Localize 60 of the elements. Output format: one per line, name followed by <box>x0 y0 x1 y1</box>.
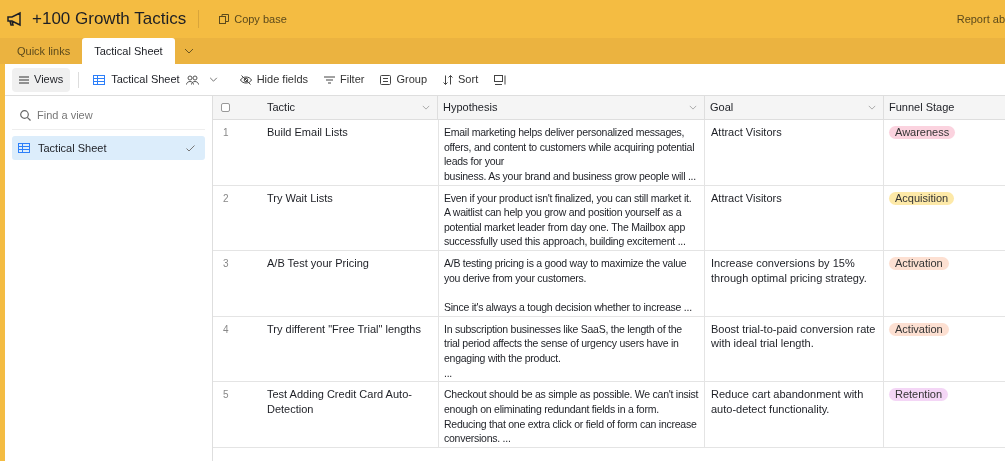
copy-base-button[interactable]: Copy base <box>219 10 287 28</box>
chevron-down-icon <box>689 105 697 110</box>
chevron-down-icon <box>868 105 876 110</box>
eye-slash-icon <box>239 74 252 85</box>
table-cell: Attract Visitors <box>705 185 884 251</box>
toolbar-button[interactable]: Group <box>374 67 434 92</box>
stage-tag: Activation <box>889 257 949 271</box>
stage-tag: Awareness <box>889 126 956 139</box>
table-cell-text: Try different "Free Trial" lengths <box>266 321 422 337</box>
row-number: 3 <box>222 257 230 272</box>
table-cell: Even if your product isn't finalized, you can still market it. A waitlist can help you grow and position yourself as a potential market leader from day one. The Mailbox app successfully used this approach, building excitement ... <box>438 185 705 251</box>
table-cell: A/B testing pricing is a good way to maximize the value you derive from your customers. Since it's always a tough decision whether to increase ... <box>438 251 705 316</box>
row-number: 2 <box>222 191 230 206</box>
table-cell-text: A/B Test your Pricing <box>266 256 370 272</box>
group-icon <box>380 74 392 85</box>
row-number: 5 <box>222 388 230 403</box>
stage-tag: Retention <box>889 388 949 402</box>
search-icon <box>20 110 31 121</box>
checkmark-icon <box>186 144 195 152</box>
tab[interactable]: Quick links <box>5 38 83 64</box>
table-cell: Attract Visitors <box>705 120 884 185</box>
table-cell: In subscription businesses like SaaS, the length of the trial period affects the sense of urgency users have in engaging with the product. ... <box>438 316 705 382</box>
table-cell-text: Try Wait Lists <box>266 190 334 206</box>
toolbar-button[interactable]: Sort <box>437 67 485 92</box>
table-cell-text: Test Adding Credit Card Auto-Detection <box>266 387 413 417</box>
base-title: +100 Growth Tactics <box>32 8 187 31</box>
table-cell: Boost trial-to-paid conversion rate with ideal trial length. <box>705 316 884 382</box>
filter-icon <box>324 75 335 84</box>
tab[interactable]: Tactical Sheet <box>82 38 175 64</box>
table-cell: Reduce cart abandonment with auto-detect functionality. <box>705 382 884 447</box>
table-cell: Checkout should be as simple as possible. We can't insist enough on eliminating redundant fields in a form. Reducing that one extra click or field of form can increase conversions. ... <box>438 382 705 447</box>
select-all-checkbox[interactable] <box>221 103 230 112</box>
megaphone-icon <box>6 11 24 27</box>
column-header[interactable]: Goal <box>705 96 884 119</box>
column-header[interactable]: Tactic <box>262 96 438 119</box>
copy-icon <box>219 14 230 24</box>
stage-tag: Activation <box>889 322 949 336</box>
views-button[interactable]: Views <box>12 67 71 92</box>
report-link[interactable]: Report ab <box>956 10 1005 28</box>
grid-icon <box>93 74 106 85</box>
table-cell: Email marketing helps deliver personalized messages, offers, and content to customers while acquiring potential leads for your business. As your brand and business grow people will ... <box>438 120 705 185</box>
table-cell: Increase conversions by 15% through optimal pricing strategy. <box>705 251 884 316</box>
row-number: 4 <box>222 322 230 337</box>
row-number: 1 <box>222 126 230 140</box>
view-search-field[interactable]: Find a view <box>37 107 197 124</box>
chevron-down-icon <box>208 77 218 82</box>
sort-icon <box>443 74 454 85</box>
stage-tag: Acquisition <box>889 191 955 205</box>
table-cell-text: Build Email Lists <box>266 125 349 140</box>
view-selector[interactable]: Tactical Sheet <box>87 67 224 92</box>
toolbar-button[interactable]: Hide fields <box>233 67 314 92</box>
view-item[interactable]: Tactical Sheet <box>12 136 205 160</box>
people-icon <box>185 74 199 85</box>
column-header[interactable]: Hypothesis <box>438 96 705 119</box>
grid-icon <box>18 143 30 153</box>
menu-icon <box>19 75 29 84</box>
toolbar-button[interactable]: Filter <box>318 67 371 92</box>
chevron-down-icon <box>422 105 430 110</box>
column-header[interactable]: Funnel Stage <box>884 96 1005 119</box>
row-height-icon <box>494 74 507 85</box>
